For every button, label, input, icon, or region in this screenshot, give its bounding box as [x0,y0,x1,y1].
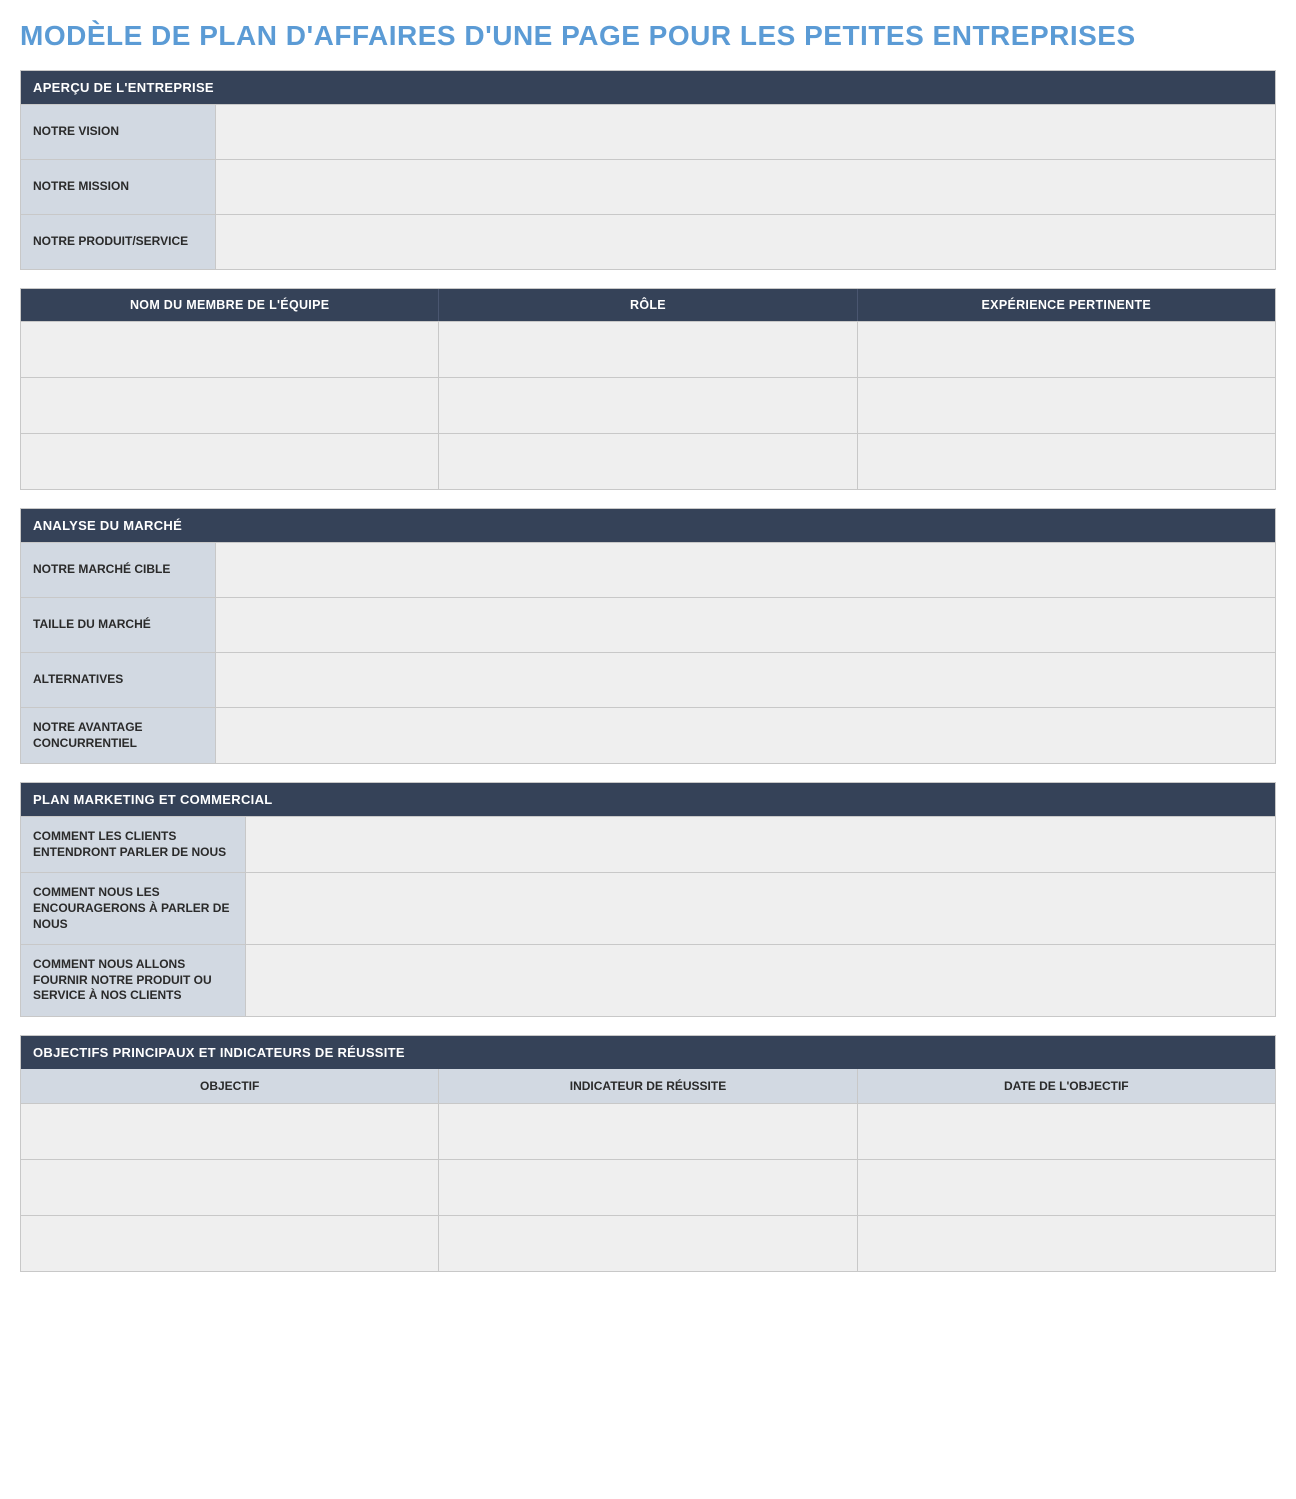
objectives-cell[interactable] [439,1104,857,1159]
market-header: ANALYSE DU MARCHÉ [21,509,1275,542]
marketing-value-encourage[interactable] [246,873,1275,944]
market-section: ANALYSE DU MARCHÉ NOTRE MARCHÉ CIBLE TAI… [20,508,1276,764]
objectives-cell[interactable] [21,1104,439,1159]
market-label-alternatives: ALTERNATIVES [21,653,216,707]
team-cell[interactable] [439,378,857,433]
table-row [21,433,1275,489]
market-label-size: TAILLE DU MARCHÉ [21,598,216,652]
objectives-col-date: DATE DE L'OBJECTIF [858,1069,1275,1103]
marketing-label-deliver: COMMENT NOUS ALLONS FOURNIR NOTRE PRODUI… [21,945,246,1016]
table-row [21,1215,1275,1271]
objectives-section: OBJECTIFS PRINCIPAUX ET INDICATEURS DE R… [20,1035,1276,1272]
objectives-col-objective: OBJECTIF [21,1069,439,1103]
overview-header: APERÇU DE L'ENTREPRISE [21,71,1275,104]
market-value-alternatives[interactable] [216,653,1275,707]
table-row [21,321,1275,377]
team-cell[interactable] [439,434,857,489]
table-row [21,377,1275,433]
overview-value-product[interactable] [216,215,1275,269]
overview-label-mission: NOTRE MISSION [21,160,216,214]
market-label-advantage: NOTRE AVANTAGE CONCURRENTIEL [21,708,216,763]
overview-label-product: NOTRE PRODUIT/SERVICE [21,215,216,269]
marketing-value-deliver[interactable] [246,945,1275,1016]
team-col-name: NOM DU MEMBRE DE L'ÉQUIPE [21,289,439,321]
objectives-cell[interactable] [21,1216,439,1271]
market-value-target[interactable] [216,543,1275,597]
overview-section: APERÇU DE L'ENTREPRISE NOTRE VISION NOTR… [20,70,1276,270]
objectives-cell[interactable] [21,1160,439,1215]
team-section: NOM DU MEMBRE DE L'ÉQUIPE RÔLE EXPÉRIENC… [20,288,1276,490]
overview-label-vision: NOTRE VISION [21,105,216,159]
team-cell[interactable] [858,378,1275,433]
objectives-col-indicator: INDICATEUR DE RÉUSSITE [439,1069,857,1103]
table-row [21,1159,1275,1215]
marketing-header: PLAN MARKETING ET COMMERCIAL [21,783,1275,816]
team-col-role: RÔLE [439,289,857,321]
team-cell[interactable] [858,434,1275,489]
marketing-label-encourage: COMMENT NOUS LES ENCOURAGERONS À PARLER … [21,873,246,944]
team-cell[interactable] [21,434,439,489]
objectives-cell[interactable] [439,1160,857,1215]
team-cell[interactable] [439,322,857,377]
page-title: MODÈLE DE PLAN D'AFFAIRES D'UNE PAGE POU… [20,20,1276,52]
objectives-cell[interactable] [858,1216,1275,1271]
market-value-size[interactable] [216,598,1275,652]
marketing-label-hear: COMMENT LES CLIENTS ENTENDRONT PARLER DE… [21,817,246,872]
table-row [21,1103,1275,1159]
overview-value-mission[interactable] [216,160,1275,214]
team-cell[interactable] [21,378,439,433]
marketing-value-hear[interactable] [246,817,1275,872]
team-cell[interactable] [21,322,439,377]
marketing-section: PLAN MARKETING ET COMMERCIAL COMMENT LES… [20,782,1276,1017]
objectives-cell[interactable] [439,1216,857,1271]
overview-value-vision[interactable] [216,105,1275,159]
objectives-header: OBJECTIFS PRINCIPAUX ET INDICATEURS DE R… [21,1036,1275,1069]
objectives-cell[interactable] [858,1160,1275,1215]
team-cell[interactable] [858,322,1275,377]
team-col-experience: EXPÉRIENCE PERTINENTE [858,289,1275,321]
objectives-cell[interactable] [858,1104,1275,1159]
market-label-target: NOTRE MARCHÉ CIBLE [21,543,216,597]
market-value-advantage[interactable] [216,708,1275,763]
